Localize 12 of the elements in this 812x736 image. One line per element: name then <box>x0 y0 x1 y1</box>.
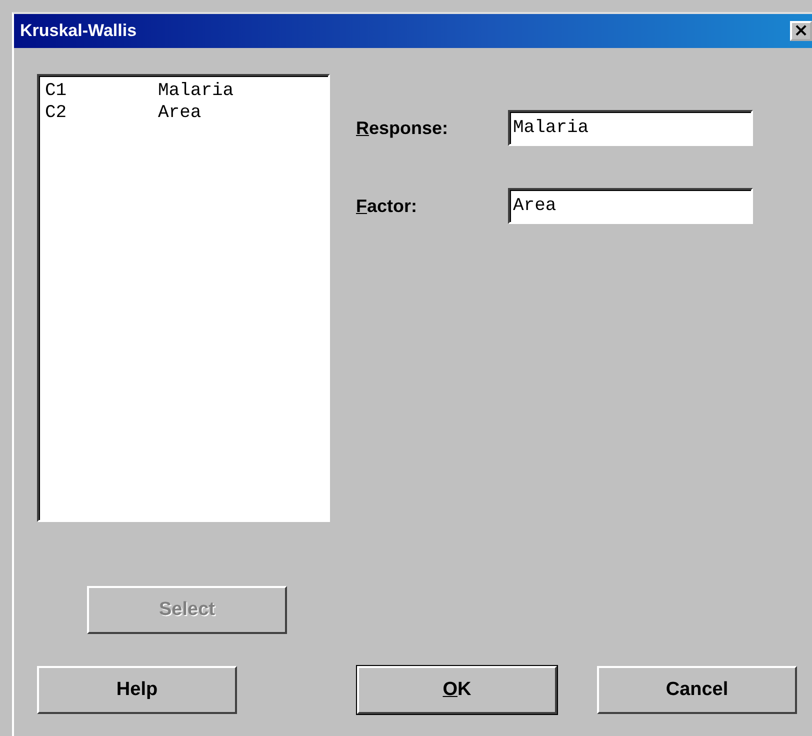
field-label: Response: <box>356 118 450 138</box>
variable-list[interactable]: C1 Malaria C2 Area <box>37 74 330 522</box>
field-label: Factor: <box>356 196 418 216</box>
close-button[interactable]: × <box>790 21 812 41</box>
window-title: Kruskal-Wallis <box>20 21 137 41</box>
input-field[interactable]: Malaria <box>508 110 753 146</box>
dialog-button[interactable]: Cancel <box>597 666 797 714</box>
list-item[interactable]: C2 Area <box>45 102 322 124</box>
dialog-button[interactable]: Help <box>37 666 237 714</box>
input-field[interactable]: Area <box>508 188 753 224</box>
list-item[interactable]: C1 Malaria <box>45 80 322 102</box>
dialog-button[interactable]: OK <box>357 666 557 714</box>
